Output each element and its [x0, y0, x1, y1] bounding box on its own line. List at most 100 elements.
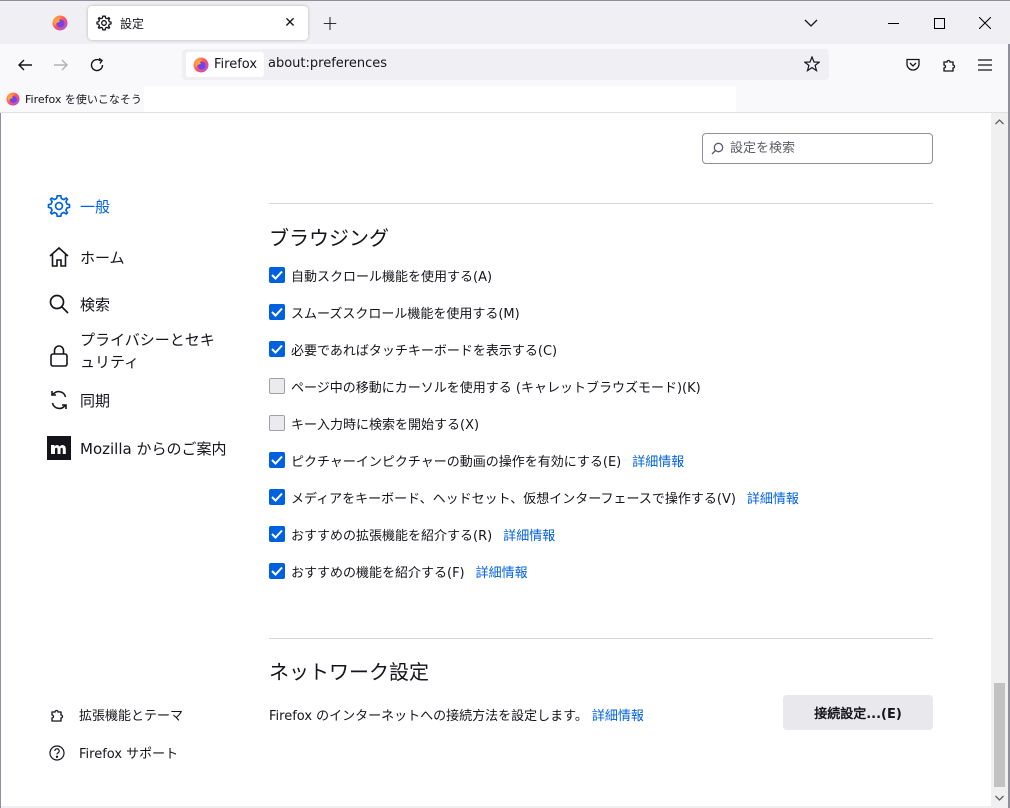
- chevron-down-icon[interactable]: [798, 11, 824, 35]
- bookmark-item[interactable]: Firefox を使いこなそう: [6, 89, 142, 109]
- browsing-option[interactable]: 必要であればタッチキーボードを表示する(C): [269, 339, 557, 359]
- connection-settings-button[interactable]: 接続設定...(E): [783, 695, 933, 730]
- checkbox-unchecked[interactable]: [269, 415, 285, 431]
- option-label[interactable]: メディアをキーボード、ヘッドセット、仮想インターフェースで操作する(V): [291, 488, 736, 507]
- addons-link[interactable]: 拡張機能とテーマ: [48, 705, 183, 724]
- lock-icon: [46, 343, 72, 369]
- forward-button[interactable]: [47, 51, 75, 79]
- learn-more-link[interactable]: 詳細情報: [503, 525, 555, 544]
- checkbox-checked[interactable]: [269, 304, 285, 320]
- support-label: Firefox サポート: [79, 747, 179, 762]
- identity-box[interactable]: Firefox: [186, 52, 265, 77]
- checkmark-icon: [271, 529, 283, 539]
- settings-search-box[interactable]: [702, 133, 933, 164]
- bookmark-star-icon[interactable]: [801, 53, 823, 75]
- close-tab-icon[interactable]: ✕: [280, 13, 300, 33]
- network-learn-more-link[interactable]: 詳細情報: [592, 705, 644, 724]
- maximize-icon: [933, 17, 945, 29]
- back-button[interactable]: [11, 51, 39, 79]
- browsing-option[interactable]: 自動スクロール機能を使用する(A): [269, 265, 492, 285]
- browsing-option[interactable]: ページ中の移動にカーソルを使用する (キャレットブラウズモード)(K): [269, 376, 701, 396]
- option-label[interactable]: ページ中の移動にカーソルを使用する (キャレットブラウズモード)(K): [291, 377, 701, 396]
- browsing-option[interactable]: スムーズスクロール機能を使用する(M): [269, 302, 520, 322]
- menu-button[interactable]: [971, 51, 999, 79]
- firefox-logo-icon: [52, 15, 68, 31]
- option-label[interactable]: 自動スクロール機能を使用する(A): [291, 266, 492, 285]
- navigation-toolbar: Firefox about:preferences: [0, 44, 1010, 86]
- sidebar-item-general[interactable]: 一般: [46, 193, 110, 219]
- gear-icon: [46, 193, 72, 219]
- checkbox-checked[interactable]: [269, 489, 285, 505]
- browsing-heading: ブラウジング: [269, 226, 389, 250]
- settings-search-input[interactable]: [730, 141, 920, 156]
- minimize-button[interactable]: [870, 1, 916, 45]
- checkmark-icon: [271, 566, 283, 576]
- checkbox-checked[interactable]: [269, 563, 285, 579]
- checkbox-checked[interactable]: [269, 267, 285, 283]
- pocket-icon: [906, 58, 920, 71]
- option-label[interactable]: ピクチャーインピクチャーの動画の操作を有効にする(E): [291, 451, 621, 470]
- pocket-button[interactable]: [899, 51, 927, 79]
- section-divider: [269, 638, 933, 639]
- option-label[interactable]: キー入力時に検索を開始する(X): [291, 414, 479, 433]
- checkmark-icon: [271, 455, 283, 465]
- checkbox-unchecked[interactable]: [269, 378, 285, 394]
- checkbox-checked[interactable]: [269, 452, 285, 468]
- maximize-button[interactable]: [916, 1, 962, 45]
- new-tab-button[interactable]: +: [318, 11, 342, 35]
- bookmark-label: Firefox を使いこなそう: [25, 93, 142, 106]
- learn-more-link[interactable]: 詳細情報: [632, 451, 684, 470]
- extensions-button[interactable]: [935, 51, 963, 79]
- checkbox-checked[interactable]: [269, 341, 285, 357]
- browsing-option[interactable]: おすすめの拡張機能を紹介する(R) 詳細情報: [269, 524, 555, 544]
- home-icon: [46, 244, 72, 270]
- sidebar-item-search[interactable]: 検索: [46, 291, 110, 317]
- page-scrollbar[interactable]: [991, 113, 1008, 806]
- sidebar-item-label: 同期: [80, 391, 111, 410]
- scroll-up-icon[interactable]: [991, 113, 1008, 130]
- option-label[interactable]: おすすめの機能を紹介する(F): [291, 562, 465, 581]
- tab-settings[interactable]: 設定 ✕: [88, 6, 308, 40]
- bookmarks-toolbar: Firefox を使いこなそう: [0, 86, 1010, 113]
- puzzle-icon: [943, 59, 956, 72]
- sidebar-item-label: 検索: [80, 295, 111, 314]
- checkmark-icon: [271, 307, 283, 317]
- checkbox-checked[interactable]: [269, 526, 285, 542]
- close-window-button[interactable]: [962, 1, 1008, 45]
- help-icon: [48, 744, 66, 762]
- search-icon: [711, 142, 724, 155]
- sidebar-item-mozilla[interactable]: Mozilla からのご案内: [46, 435, 226, 461]
- url-bar[interactable]: Firefox about:preferences: [182, 49, 829, 80]
- scrollbar-thumb[interactable]: [994, 683, 1005, 787]
- option-label[interactable]: おすすめの拡張機能を紹介する(R): [291, 525, 492, 544]
- arrow-left-icon: [18, 59, 32, 71]
- preferences-page: 一般 ホーム 検索 プライバシーとセキュリティ 同期 Mozilla からのご案…: [1, 113, 991, 806]
- gear-icon: [96, 15, 112, 31]
- pinned-tab-firefox[interactable]: [40, 7, 80, 39]
- sidebar-item-privacy[interactable]: プライバシーとセキュリティ: [46, 329, 220, 373]
- scroll-down-icon[interactable]: [991, 789, 1008, 806]
- option-label[interactable]: スムーズスクロール機能を使用する(M): [291, 303, 520, 322]
- identity-label: Firefox: [214, 57, 258, 72]
- tab-strip: 設定 ✕ +: [0, 0, 1010, 44]
- sidebar-item-home[interactable]: ホーム: [46, 244, 125, 270]
- url-text[interactable]: about:preferences: [268, 56, 387, 71]
- browsing-option[interactable]: メディアをキーボード、ヘッドセット、仮想インターフェースで操作する(V) 詳細情報: [269, 487, 799, 507]
- learn-more-link[interactable]: 詳細情報: [747, 488, 799, 507]
- learn-more-link[interactable]: 詳細情報: [476, 562, 528, 581]
- browsing-option[interactable]: キー入力時に検索を開始する(X): [269, 413, 479, 433]
- reload-button[interactable]: [83, 51, 111, 79]
- firefox-logo-icon: [193, 57, 209, 72]
- arrow-right-icon: [54, 59, 68, 71]
- browsing-option[interactable]: おすすめの機能を紹介する(F) 詳細情報: [269, 561, 528, 581]
- sidebar-item-label: プライバシーとセキュリティ: [80, 331, 215, 371]
- sidebar-item-sync[interactable]: 同期: [46, 387, 110, 413]
- sync-icon: [46, 387, 72, 413]
- option-label[interactable]: 必要であればタッチキーボードを表示する(C): [291, 340, 557, 359]
- close-icon: [979, 17, 991, 29]
- checkmark-icon: [271, 492, 283, 502]
- browsing-option[interactable]: ピクチャーインピクチャーの動画の操作を有効にする(E) 詳細情報: [269, 450, 684, 470]
- section-divider: [269, 203, 933, 204]
- network-heading: ネットワーク設定: [269, 660, 429, 684]
- support-link[interactable]: Firefox サポート: [48, 743, 178, 762]
